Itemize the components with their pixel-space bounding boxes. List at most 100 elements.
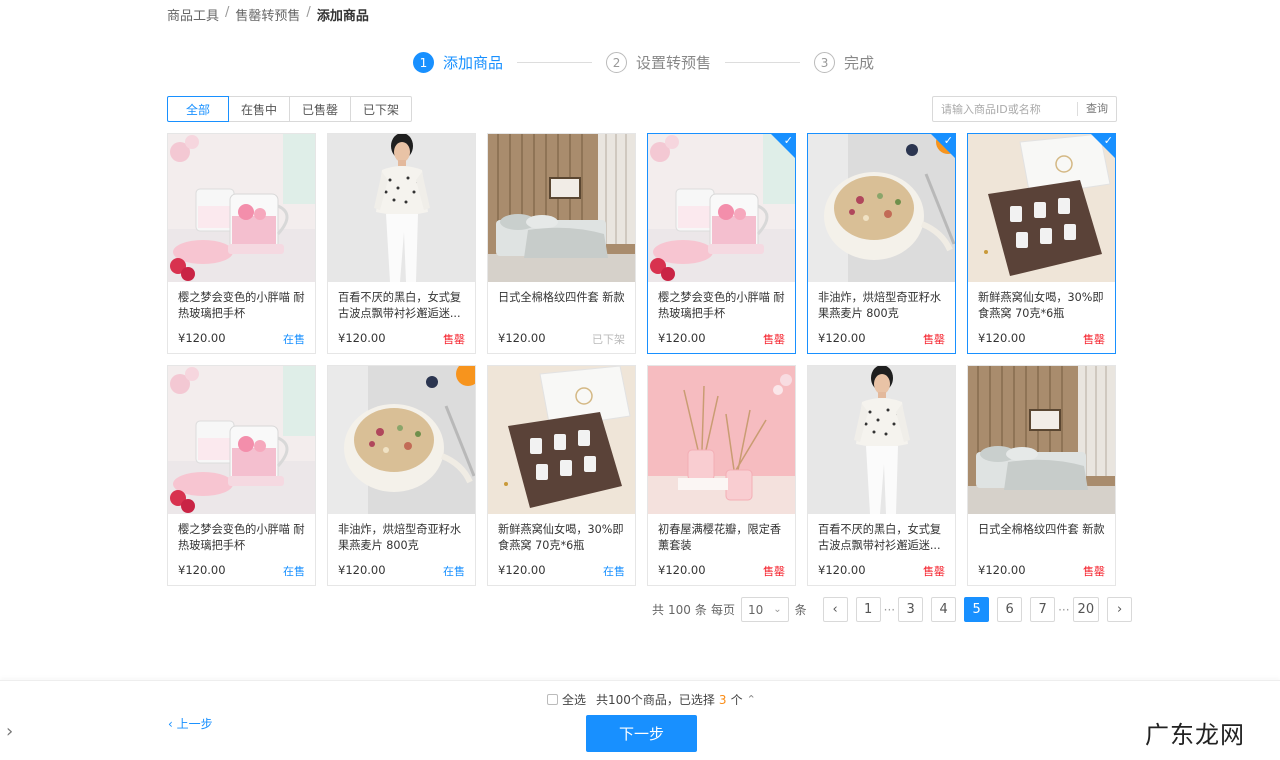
breadcrumb-item[interactable]: 商品工具 [167, 5, 219, 24]
search-input[interactable] [933, 97, 1077, 121]
page-button[interactable]: 1 [855, 597, 881, 622]
product-status-badge: 售罄 [923, 565, 945, 578]
chevron-down-icon: ⌄ [773, 604, 782, 615]
product-footer: ¥120.00 在售 [328, 559, 475, 579]
selection-summary-text: 共100个商品，已选择 [596, 693, 715, 707]
breadcrumb: 商品工具 / 售罄转预售 / 添加商品 [167, 5, 369, 24]
page-button[interactable]: 4 [931, 597, 957, 622]
selection-summary-suffix: 个 [730, 693, 743, 707]
product-footer: ¥120.00 售罄 [968, 327, 1115, 347]
product-card[interactable]: 非油炸，烘焙型奇亚籽水果燕麦片 800克 ¥120.00 在售 [327, 365, 476, 586]
product-card[interactable]: 樱之梦会变色的小胖喵 耐热玻璃把手杯 ¥120.00 在售 [167, 133, 316, 354]
breadcrumb-item[interactable]: 售罄转预售 [235, 5, 300, 24]
previous-step-label: 上一步 [176, 717, 213, 731]
watermark-logo: 广东龙网 [1145, 721, 1245, 749]
product-title: 樱之梦会变色的小胖喵 耐热玻璃把手杯 [178, 291, 305, 320]
product-footer: ¥120.00 售罄 [808, 327, 955, 347]
product-price: ¥120.00 [178, 563, 226, 577]
step-number: 1 [413, 52, 434, 73]
chevron-right-icon: › [1116, 602, 1123, 617]
next-page-button[interactable]: › [1107, 597, 1133, 622]
chevron-up-icon[interactable]: ⌃ [747, 693, 756, 706]
product-title: 日式全棉格纹四件套 新款 [978, 523, 1105, 536]
selection-summary: 全选 共100个商品，已选择 3 个 ⌃ [547, 691, 756, 708]
breadcrumb-separator: / [225, 5, 230, 20]
product-footer: ¥120.00 在售 [168, 327, 315, 347]
step-label: 完成 [844, 54, 875, 72]
next-step-button[interactable]: 下一步 [586, 715, 697, 752]
page-button[interactable]: 6 [997, 597, 1023, 622]
step-3: 3 完成 [814, 52, 874, 73]
pagination-total: 100 [668, 602, 691, 617]
step-number: 3 [814, 52, 836, 73]
page-size-select[interactable]: 10 ⌄ [740, 597, 789, 622]
product-status-badge: 售罄 [763, 333, 785, 346]
step-indicator: 1 添加商品 2 设置转预售 3 完成 [413, 52, 874, 73]
breadcrumb-separator: / [306, 5, 311, 20]
breadcrumb-current: 添加商品 [316, 9, 369, 24]
step-1: 1 添加商品 [413, 52, 503, 73]
tab-on-sale[interactable]: 在售中 [228, 96, 290, 122]
product-price: ¥120.00 [498, 563, 546, 577]
tab-sold-out[interactable]: 已售罄 [289, 96, 351, 122]
product-title: 百看不厌的黑白，女式复古波点飘带衬衫邂逅迷... [338, 291, 462, 320]
prev-page-button[interactable]: ‹ [822, 597, 848, 622]
page-button[interactable]: 7 [1030, 597, 1056, 622]
product-status-badge: 售罄 [763, 565, 785, 578]
product-card[interactable]: 新鲜燕窝仙女喝，30%即食燕窝 70克*6瓶 ¥120.00 售罄 ✓ [967, 133, 1116, 354]
tab-all[interactable]: 全部 [167, 96, 229, 122]
product-card[interactable]: 日式全棉格纹四件套 新款 ¥120.00 售罄 [967, 365, 1116, 586]
tab-off-shelf[interactable]: 已下架 [350, 96, 412, 122]
select-all-label[interactable]: 全选 [562, 691, 586, 708]
product-footer: ¥120.00 售罄 [648, 327, 795, 347]
product-title: 非油炸，烘焙型奇亚籽水果燕麦片 800克 [338, 523, 462, 552]
checkmark-icon: ✓ [1103, 134, 1113, 147]
product-image [648, 366, 795, 514]
product-status-badge: 售罄 [443, 333, 465, 346]
product-status-badge: 已下架 [592, 333, 625, 346]
select-all-checkbox[interactable] [547, 694, 558, 705]
expand-sidebar-icon[interactable]: › [6, 721, 13, 742]
product-status-badge: 在售 [283, 565, 305, 578]
pagination-per-page-label: 每页 [710, 603, 735, 617]
product-price: ¥120.00 [978, 563, 1026, 577]
chevron-left-icon: ‹ [832, 602, 838, 617]
product-price: ¥120.00 [978, 331, 1026, 345]
chevron-left-icon: ‹ [168, 717, 173, 731]
step-2: 2 设置转预售 [606, 52, 711, 73]
product-price: ¥120.00 [498, 331, 546, 345]
product-status-badge: 在售 [603, 565, 625, 578]
product-card[interactable]: 非油炸，烘焙型奇亚籽水果燕麦片 800克 ¥120.00 售罄 ✓ [807, 133, 956, 354]
search-button[interactable]: 查询 [1077, 102, 1116, 116]
product-card[interactable]: 樱之梦会变色的小胖喵 耐热玻璃把手杯 ¥120.00 在售 [167, 365, 316, 586]
page-button[interactable]: 3 [898, 597, 924, 622]
previous-step-link[interactable]: ‹ 上一步 [168, 715, 213, 732]
product-price: ¥120.00 [178, 331, 226, 345]
product-status-badge: 在售 [443, 565, 465, 578]
step-connector [517, 62, 593, 63]
product-footer: ¥120.00 售罄 [328, 327, 475, 347]
checkmark-icon: ✓ [783, 134, 793, 147]
product-image [968, 366, 1115, 514]
pagination: 共 100 条 每页 10 ⌄ 条 ‹ 1 ··· 3 4 5 6 7 ··· … [652, 597, 1133, 622]
page-button[interactable]: 20 [1072, 597, 1100, 622]
product-card[interactable]: 新鲜燕窝仙女喝，30%即食燕窝 70克*6瓶 ¥120.00 在售 [487, 365, 636, 586]
product-price: ¥120.00 [658, 331, 706, 345]
product-card[interactable]: 初春屋满樱花瓣，限定香薰套装 ¥120.00 售罄 [647, 365, 796, 586]
product-card[interactable]: 日式全棉格纹四件套 新款 ¥120.00 已下架 [487, 133, 636, 354]
product-image [488, 134, 635, 282]
product-footer: ¥120.00 售罄 [808, 559, 955, 579]
product-card[interactable]: 樱之梦会变色的小胖喵 耐热玻璃把手杯 ¥120.00 售罄 ✓ [647, 133, 796, 354]
product-title: 百看不厌的黑白，女式复古波点飘带衬衫邂逅迷... [818, 523, 942, 552]
product-status-badge: 售罄 [1083, 333, 1105, 346]
product-title: 日式全棉格纹四件套 新款 [498, 291, 625, 304]
product-footer: ¥120.00 售罄 [968, 559, 1115, 579]
page-root: 商品工具 / 售罄转预售 / 添加商品 1 添加商品 2 设置转预售 3 完成 … [0, 0, 1280, 760]
page-button-current[interactable]: 5 [964, 597, 990, 622]
product-image [168, 366, 315, 514]
product-title: 新鲜燕窝仙女喝，30%即食燕窝 70克*6瓶 [978, 291, 1104, 320]
product-footer: ¥120.00 在售 [168, 559, 315, 579]
checkmark-icon: ✓ [943, 134, 953, 147]
product-card[interactable]: 百看不厌的黑白，女式复古波点飘带衬衫邂逅迷... ¥120.00 售罄 [327, 133, 476, 354]
product-card[interactable]: 百看不厌的黑白，女式复古波点飘带衬衫邂逅迷... ¥120.00 售罄 [807, 365, 956, 586]
